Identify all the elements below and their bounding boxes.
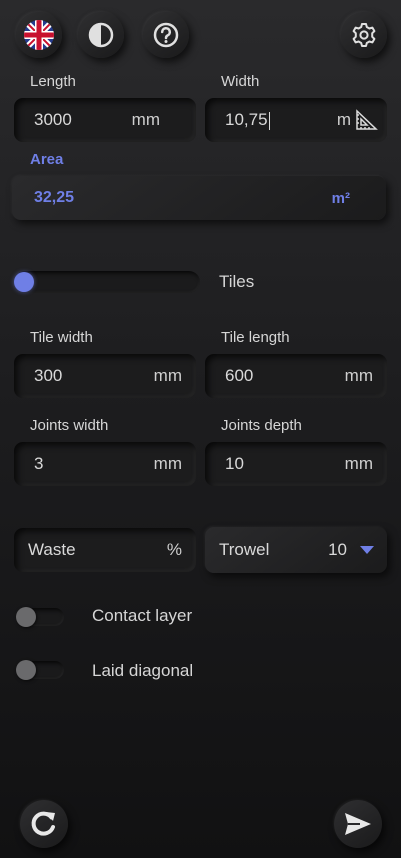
- text-cursor: [268, 111, 270, 130]
- help-button[interactable]: [143, 12, 189, 58]
- width-unit: m: [336, 110, 351, 129]
- joints-width-value: 3: [34, 454, 44, 473]
- area-result: 32,25 m²: [12, 176, 386, 220]
- tile-width-field[interactable]: 300 mm: [14, 354, 196, 398]
- laid-diagonal-label: Laid diagonal: [92, 661, 194, 680]
- area-label: Area: [30, 151, 64, 168]
- uk-flag-icon: [24, 20, 54, 50]
- send-icon: [345, 813, 371, 835]
- joints-depth-label: Joints depth: [221, 417, 302, 434]
- trowel-value: 10: [328, 540, 347, 559]
- width-field[interactable]: 10,75 m: [205, 98, 387, 142]
- mode-slider[interactable]: [14, 271, 200, 293]
- length-field[interactable]: 3000 mm: [14, 98, 196, 142]
- length-value: 3000: [34, 110, 72, 129]
- length-unit: mm: [131, 110, 160, 129]
- area-unit: m²: [331, 189, 350, 207]
- contrast-icon: [88, 22, 114, 48]
- tile-width-label: Tile width: [30, 329, 93, 346]
- joints-depth-unit: mm: [344, 454, 373, 473]
- joints-width-field[interactable]: 3 mm: [14, 442, 196, 486]
- contact-layer-toggle-knob: [16, 607, 36, 627]
- mode-slider-knob[interactable]: [14, 272, 34, 292]
- tile-width-unit: mm: [153, 366, 182, 385]
- laid-diagonal-toggle-knob: [16, 660, 36, 680]
- refresh-icon: [31, 811, 55, 836]
- width-value: 10,75: [225, 110, 268, 129]
- theme-button[interactable]: [78, 12, 124, 58]
- tile-length-field[interactable]: 600 mm: [205, 354, 387, 398]
- language-button[interactable]: [16, 12, 62, 58]
- waste-placeholder: Waste: [28, 540, 76, 559]
- joints-depth-field[interactable]: 10 mm: [205, 442, 387, 486]
- send-button[interactable]: [334, 800, 382, 848]
- gear-icon: [352, 23, 376, 47]
- tile-length-unit: mm: [344, 366, 373, 385]
- waste-unit: %: [166, 540, 182, 559]
- help-icon: [153, 22, 179, 48]
- length-label: Length: [30, 73, 76, 90]
- reset-button[interactable]: [20, 800, 68, 848]
- tile-length-label: Tile length: [221, 329, 290, 346]
- width-label: Width: [221, 73, 260, 90]
- laid-diagonal-toggle[interactable]: [16, 660, 64, 680]
- trowel-label: Trowel: [219, 540, 270, 559]
- contact-layer-label: Contact layer: [92, 606, 193, 625]
- trowel-select[interactable]: Trowel 10: [205, 527, 387, 573]
- contact-layer-toggle[interactable]: [16, 607, 64, 627]
- area-value: 32,25: [34, 189, 75, 206]
- tile-length-value: 600: [225, 366, 254, 385]
- dropdown-arrow-icon: [360, 546, 374, 554]
- set-square-icon[interactable]: [355, 108, 379, 132]
- joints-width-unit: mm: [153, 454, 182, 473]
- waste-field[interactable]: Waste %: [14, 528, 196, 572]
- joints-width-label: Joints width: [30, 417, 109, 434]
- mode-label: Tiles: [219, 272, 255, 291]
- joints-depth-value: 10: [225, 454, 244, 473]
- settings-button[interactable]: [341, 12, 387, 58]
- tile-width-value: 300: [34, 366, 63, 385]
